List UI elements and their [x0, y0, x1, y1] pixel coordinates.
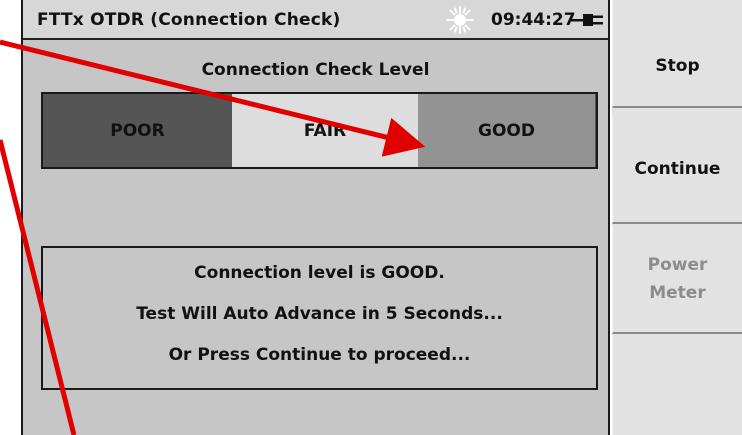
segment-label: POOR — [110, 120, 165, 141]
meter-end-cap — [595, 94, 596, 167]
sun-icon — [446, 6, 474, 34]
otdr-screen: FTTx OTDR (Connection Check) 09:44:27 Co… — [21, 0, 610, 435]
connection-level-meter: POOR FAIR GOOD — [41, 92, 598, 169]
status-message-box: Connection level is GOOD. Test Will Auto… — [41, 246, 598, 390]
power-meter-button: Power Meter — [612, 226, 742, 334]
blank-softkey[interactable] — [612, 335, 742, 435]
status-message-line: Test Will Auto Advance in 5 Seconds... — [136, 304, 503, 324]
clock: 09:44:27 — [491, 10, 576, 30]
segment-label: FAIR — [303, 120, 347, 141]
stop-button[interactable]: Stop — [612, 0, 742, 108]
segment-label: GOOD — [478, 120, 535, 141]
level-segment-fair: FAIR — [232, 94, 418, 167]
level-segment-good: GOOD — [418, 94, 595, 167]
app-title: FTTx OTDR (Connection Check) — [37, 10, 341, 30]
ac-power-plug-icon — [571, 14, 603, 26]
instrument-display: FTTx OTDR (Connection Check) 09:44:27 Co… — [0, 0, 742, 435]
softkey-panel: Stop Continue Power Meter — [612, 0, 742, 435]
level-segment-poor: POOR — [43, 94, 232, 167]
continue-button[interactable]: Continue — [612, 116, 742, 224]
level-heading: Connection Check Level — [201, 60, 430, 80]
title-bar: FTTx OTDR (Connection Check) 09:44:27 — [23, 0, 608, 40]
status-message-line: Connection level is GOOD. — [194, 263, 445, 283]
status-message-line: Or Press Continue to proceed... — [168, 345, 471, 365]
